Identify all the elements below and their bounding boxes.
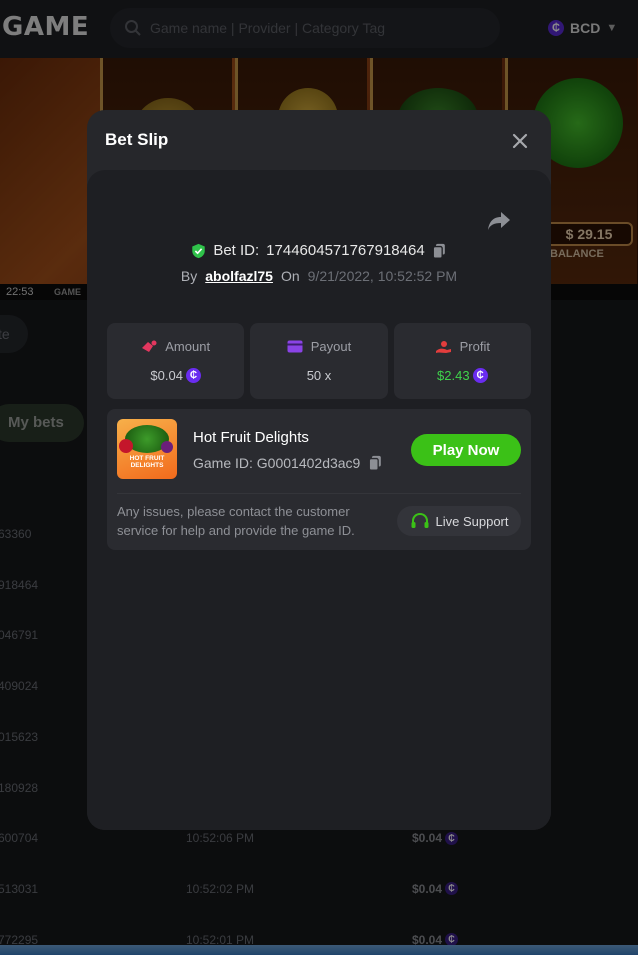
bet-date: 9/21/2022, 10:52:52 PM	[307, 268, 458, 284]
coin-icon: ₵	[185, 368, 201, 383]
profit-hand-icon	[435, 340, 451, 353]
coin-icon: ₵	[472, 368, 488, 383]
amount-icon	[142, 340, 157, 352]
strawberry-art	[119, 439, 133, 453]
bet-byline: By abolfazl75 On 9/21/2022, 10:52:52 PM	[87, 268, 551, 284]
stat-amount: Amount $0.04 ₵	[107, 323, 245, 399]
bet-slip-body: Bet ID: 1744604571767918464 By abolfazl7…	[87, 170, 551, 830]
headset-icon	[411, 512, 428, 528]
game-card: HOT FRUIT DELIGHTS Hot Fruit Delights Ga…	[107, 409, 531, 550]
stat-label: Profit	[459, 339, 490, 354]
game-thumbnail[interactable]: HOT FRUIT DELIGHTS	[117, 419, 177, 479]
stat-payout: Payout 50 x	[250, 323, 388, 399]
stat-label: Payout	[310, 339, 352, 354]
close-icon[interactable]	[508, 129, 532, 153]
game-id-label: Game ID:	[193, 455, 253, 471]
copy-icon[interactable]	[432, 243, 447, 259]
bet-stats: Amount $0.04 ₵ Payout 50 x Profit $2.43 …	[107, 323, 531, 399]
card-icon	[287, 340, 303, 353]
on-label: On	[280, 268, 300, 284]
copy-icon[interactable]	[368, 455, 383, 471]
game-id-value: G0001402d3ac9	[256, 455, 361, 471]
game-id-line: Game ID: G0001402d3ac9	[193, 455, 383, 471]
bet-id-value: 1744604571767918464	[266, 242, 425, 259]
bet-slip-modal: Bet Slip Bet ID: 1744604571767918464 By …	[87, 110, 551, 830]
stat-profit: Profit $2.43 ₵	[393, 323, 531, 399]
username-link[interactable]: abolfazl75	[205, 268, 273, 284]
stat-value: $2.43	[437, 368, 470, 383]
stat-value: $0.04	[150, 368, 183, 383]
by-label: By	[180, 268, 198, 284]
stat-value: 50 x	[306, 368, 332, 383]
play-now-button[interactable]: Play Now	[411, 434, 521, 466]
game-name: Hot Fruit Delights	[193, 429, 309, 446]
shield-check-icon	[192, 243, 206, 258]
modal-title: Bet Slip	[105, 130, 169, 149]
bet-id-line: Bet ID: 1744604571767918464	[87, 242, 551, 259]
divider	[117, 493, 521, 494]
stat-label: Amount	[165, 339, 211, 354]
bet-id-label: Bet ID:	[213, 242, 260, 259]
grape-art	[161, 441, 173, 453]
support-note: Any issues, please contact the customer …	[117, 504, 355, 538]
thumbnail-title: HOT FRUIT DELIGHTS	[129, 455, 165, 469]
share-icon[interactable]	[487, 210, 511, 232]
live-support-label: Live Support	[435, 513, 509, 529]
live-support-button[interactable]: Live Support	[397, 506, 521, 536]
